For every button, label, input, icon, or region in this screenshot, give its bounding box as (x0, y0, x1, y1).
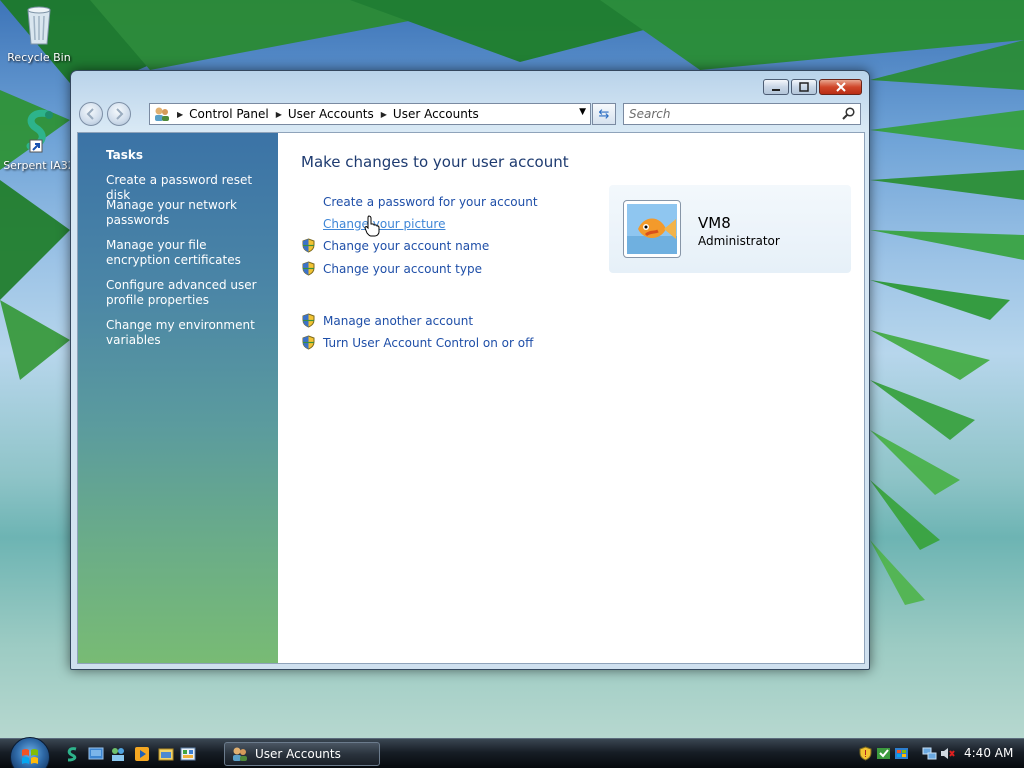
user-accounts-icon (155, 107, 169, 121)
refresh-button[interactable]: ⇆ (592, 103, 616, 125)
serpent-ia32-shortcut[interactable]: Serpent IA32 (0, 108, 78, 172)
address-dropdown-icon[interactable]: ▼ (579, 107, 586, 117)
start-button[interactable] (10, 737, 50, 768)
link-create-password[interactable]: Create a password for your account (323, 195, 538, 209)
breadcrumb-control-panel[interactable]: Control Panel (189, 107, 269, 121)
serpent-ia32-label: Serpent IA32 (3, 159, 75, 172)
taskbar-user-accounts-button[interactable]: User Accounts (224, 742, 380, 766)
task-manage-file-encryption-certificates[interactable]: Manage your file encryption certificates (106, 238, 271, 268)
navigation-bar: ▶ Control Panel ▶ User Accounts ▶ User A… (79, 102, 861, 127)
task-manage-network-passwords[interactable]: Manage your network passwords (106, 198, 271, 228)
main-content: Make changes to your user account Create… (278, 133, 864, 663)
uac-shield-icon (302, 335, 315, 350)
taskbar: User Accounts 4:40 AM (0, 737, 1024, 768)
window-content-area: Tasks Create a password reset disk Manag… (77, 132, 865, 664)
recycle-bin-label: Recycle Bin (7, 51, 71, 64)
forward-button[interactable] (107, 102, 131, 126)
taskbar-button-label: User Accounts (255, 747, 341, 761)
link-change-picture[interactable]: Change your picture (323, 217, 445, 231)
serpent-quicklaunch-icon[interactable] (64, 746, 80, 762)
back-arrow-icon (86, 108, 94, 120)
task-change-environment-variables[interactable]: Change my environment variables (106, 318, 271, 348)
tasks-heading: Tasks (106, 148, 144, 162)
maximize-icon (799, 82, 809, 92)
forward-arrow-icon (116, 108, 124, 120)
link-change-account-type[interactable]: Change your account type (323, 262, 482, 276)
user-role: Administrator (698, 234, 780, 248)
tasks-sidebar: Tasks Create a password reset disk Manag… (78, 133, 278, 663)
user-account-card: VM8 Administrator (609, 185, 851, 273)
uac-shield-icon (302, 238, 315, 253)
control-panel-icon[interactable] (180, 746, 196, 762)
user-picture-fish-icon (627, 204, 677, 254)
breadcrumb-separator-icon: ▶ (177, 109, 184, 119)
close-icon (835, 82, 846, 92)
switch-windows-icon[interactable] (110, 746, 126, 762)
user-accounts-window: ▶ Control Panel ▶ User Accounts ▶ User A… (70, 70, 870, 670)
windows-defender-tray-icon[interactable] (876, 746, 891, 761)
windows-explorer-icon[interactable] (158, 746, 174, 762)
uac-shield-icon (302, 313, 315, 328)
user-name: VM8 (698, 214, 731, 232)
search-icon[interactable] (842, 107, 856, 121)
link-turn-uac-on-off[interactable]: Turn User Account Control on or off (323, 336, 533, 350)
media-player-icon[interactable] (134, 746, 150, 762)
hand-cursor-icon (364, 215, 380, 237)
window-controls (761, 79, 862, 95)
breadcrumb-user-accounts-current[interactable]: User Accounts (393, 107, 479, 121)
user-accounts-icon (233, 747, 247, 761)
network-tray-icon[interactable] (922, 746, 937, 761)
show-desktop-icon[interactable] (88, 746, 104, 762)
link-manage-another-account[interactable]: Manage another account (323, 314, 473, 328)
refresh-icon: ⇆ (598, 106, 610, 122)
maximize-button[interactable] (791, 79, 817, 95)
close-button[interactable] (819, 79, 862, 95)
search-placeholder: Search (629, 107, 671, 121)
search-input[interactable]: Search (623, 103, 861, 125)
minimize-button[interactable] (763, 79, 789, 95)
serpent-icon (26, 109, 53, 153)
windows-logo-icon (22, 749, 38, 764)
breadcrumb-separator-icon: ▶ (380, 109, 387, 119)
breadcrumb-separator-icon: ▶ (275, 109, 282, 119)
security-shield-tray-icon[interactable] (858, 746, 873, 761)
breadcrumb-user-accounts[interactable]: User Accounts (288, 107, 374, 121)
link-change-account-name[interactable]: Change your account name (323, 239, 489, 253)
volume-muted-tray-icon[interactable] (940, 746, 955, 761)
address-bar[interactable]: ▶ Control Panel ▶ User Accounts ▶ User A… (149, 103, 591, 125)
update-tray-icon[interactable] (894, 746, 909, 761)
clock[interactable]: 4:40 AM (964, 746, 1013, 760)
minimize-icon (772, 89, 780, 91)
recycle-bin-icon[interactable]: Recycle Bin (0, 2, 78, 64)
uac-shield-icon (302, 261, 315, 276)
back-button[interactable] (79, 102, 103, 126)
avatar[interactable] (623, 200, 681, 258)
trash-icon (27, 6, 51, 45)
page-title: Make changes to your user account (301, 153, 569, 171)
task-configure-advanced-profile-properties[interactable]: Configure advanced user profile properti… (106, 278, 271, 308)
desktop: Recycle Bin Serpent IA32 ▶ Control Panel… (0, 0, 1024, 768)
